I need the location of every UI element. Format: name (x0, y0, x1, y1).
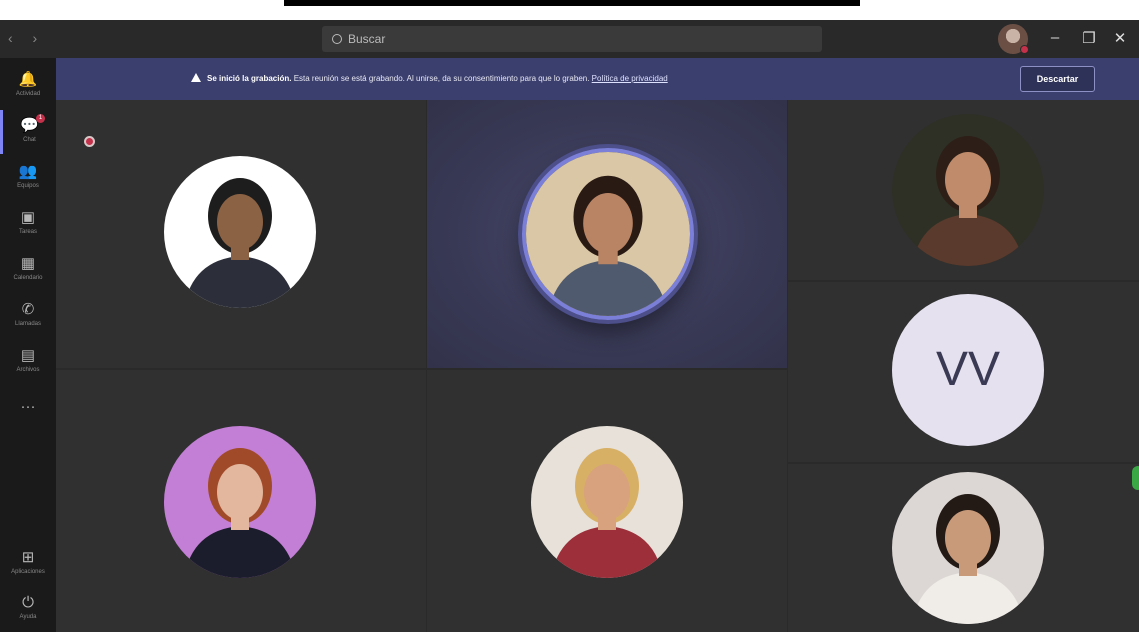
help-icon: ⏻ (22, 594, 34, 611)
teams-icon: 👥 (18, 163, 38, 180)
calendar-icon: ▦ (20, 255, 36, 272)
sidebar-item-label: Actividad (15, 91, 41, 97)
participant-tile-6[interactable] (788, 464, 1139, 632)
participant-avatar-4 (164, 426, 316, 578)
recording-text: Esta reunión se está grabando. Al unirse… (291, 74, 592, 83)
files-icon: ▤ (20, 347, 36, 364)
search-placeholder: Buscar (348, 32, 386, 46)
minimize-button[interactable]: – (1045, 29, 1065, 46)
initials-avatar: VV (892, 294, 1044, 446)
portrait-face (217, 194, 263, 250)
search-icon (332, 34, 342, 44)
sidebar-item-chat[interactable]: 💬 Chat 1 (0, 110, 56, 154)
sidebar-item-label: Ayuda (19, 614, 37, 620)
sidebar-item-label: Chat (23, 137, 36, 143)
dismiss-button[interactable]: Descartar (1020, 66, 1095, 92)
sidebar-item-aplicaciones[interactable]: ⊞ Aplicaciones (0, 542, 56, 586)
app-sidebar: 🔔 Actividad 💬 Chat 1 👥 Equipos ▣ Tareas ▦ Calendar… (0, 58, 56, 632)
participant-tile-5[interactable] (427, 370, 787, 632)
sidebar-item-label: Calendario (13, 275, 43, 281)
participant-tile-3[interactable] (788, 100, 1139, 280)
sidebar-item-label: Llamadas (14, 321, 41, 327)
sidebar-item-equipos[interactable]: 👥 Equipos (0, 156, 56, 200)
recording-title: Se inició la grabación. (207, 74, 292, 83)
warning-icon (191, 73, 201, 82)
phone-icon: ✆ (21, 301, 35, 318)
search-input[interactable]: Buscar (322, 26, 822, 52)
portrait-face (945, 152, 991, 208)
participant-avatar-2 (522, 148, 694, 320)
participant-tile-4[interactable] (56, 370, 426, 632)
portrait-face (217, 464, 263, 520)
top-strip (0, 0, 1139, 20)
recording-indicator-icon (84, 136, 95, 147)
nav-arrows[interactable]: ‹ › (8, 30, 45, 46)
privacy-link[interactable]: Política de privacidad (592, 74, 668, 83)
participant-tile-vv[interactable]: VV (788, 282, 1139, 462)
restore-button[interactable]: ❐ (1079, 29, 1099, 47)
participant-avatar-3 (892, 114, 1044, 266)
more-icon: ··· (20, 398, 36, 415)
sidebar-item-label: Tareas (18, 229, 37, 235)
recording-banner: Se inició la grabación. Esta reunión se … (56, 58, 1139, 100)
sidebar-item-actividad[interactable]: 🔔 Actividad (0, 64, 56, 108)
portrait-face (584, 464, 630, 520)
notification-badge: 1 (36, 114, 45, 123)
black-strip (284, 0, 860, 6)
close-button[interactable]: ✕ (1110, 29, 1130, 47)
bell-icon: 🔔 (18, 71, 38, 88)
sidebar-item-more[interactable]: ··· (0, 392, 56, 436)
sidebar-item-label: Equipos (17, 183, 39, 189)
status-badge (1132, 466, 1139, 490)
portrait-face (945, 510, 991, 566)
title-bar-inner: ‹ › Buscar – ❐ ✕ (0, 20, 1139, 58)
participant-avatar-1 (164, 156, 316, 308)
participant-tile-2[interactable] (427, 100, 787, 368)
sidebar-item-calendario[interactable]: ▦ Calendario (0, 248, 56, 292)
participant-avatar-5 (531, 426, 683, 578)
video-grid: VV (56, 100, 1139, 632)
chat-icon: 💬 (20, 117, 39, 134)
presence-badge (1020, 45, 1029, 54)
sidebar-item-label: Aplicaciones (11, 569, 45, 575)
recording-message: Se inició la grabación. Esta reunión se … (191, 73, 668, 83)
participant-tile-1[interactable] (56, 100, 426, 368)
title-bar: ‹ › Buscar – ❐ ✕ (0, 0, 1139, 58)
portrait-face (583, 193, 633, 254)
sidebar-item-llamadas[interactable]: ✆ Llamadas (0, 294, 56, 338)
sidebar-item-archivos[interactable]: ▤ Archivos (0, 340, 56, 384)
sidebar-item-ayuda[interactable]: ⏻ Ayuda (0, 588, 56, 632)
participant-avatar-6 (892, 472, 1044, 624)
apps-icon: ⊞ (21, 549, 35, 566)
tasks-icon: ▣ (20, 209, 36, 226)
sidebar-item-label: Archivos (16, 367, 40, 373)
avatar[interactable] (998, 24, 1029, 54)
sidebar-item-tareas[interactable]: ▣ Tareas (0, 202, 56, 246)
